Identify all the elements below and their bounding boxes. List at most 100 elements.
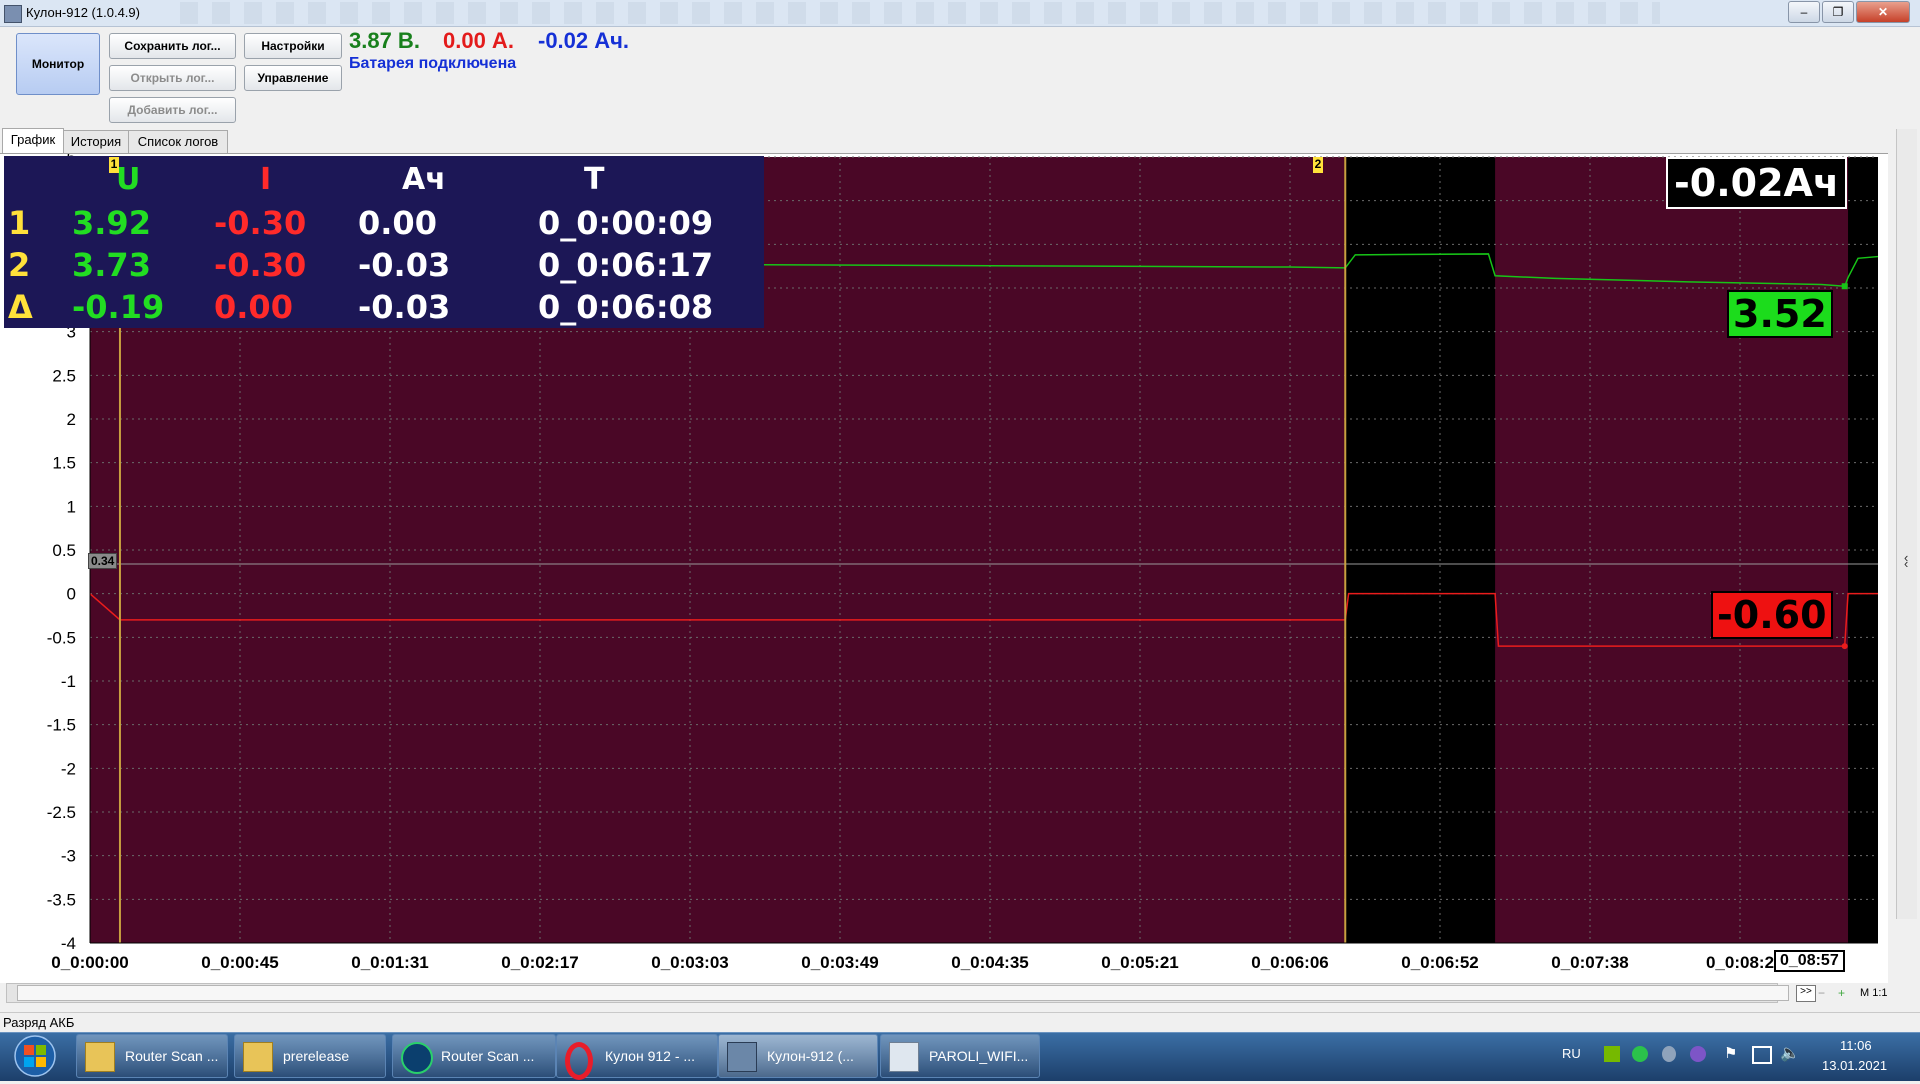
zoom-scale-label: M 1:1 xyxy=(1860,987,1888,999)
status-text: Разряд АКБ xyxy=(3,1015,75,1030)
end-time-badge: 0_08:57 xyxy=(1774,950,1845,972)
y-tick-label: -0.5 xyxy=(47,628,76,647)
y-tick-label: 1.5 xyxy=(52,454,76,473)
taskbar-item-kulon-active[interactable]: Кулон-912 (... xyxy=(718,1034,878,1078)
save-log-button[interactable]: Сохранить лог... xyxy=(109,33,236,59)
voltage-badge: 3.52 xyxy=(1727,290,1833,338)
horizontal-scrollbar[interactable] xyxy=(6,983,1789,1003)
x-tick-label: 0_0:00:45 xyxy=(201,953,279,972)
header-u: U xyxy=(116,162,141,197)
scroll-next-button[interactable]: >> xyxy=(1796,985,1816,1002)
control-button[interactable]: Управление xyxy=(244,65,342,91)
capacity-badge: -0.02Ач xyxy=(1666,157,1848,209)
clock-date: 13.01.2021 xyxy=(1822,1058,1888,1073)
delta-ah: -0.03 xyxy=(358,288,451,326)
opera-icon xyxy=(565,1042,593,1080)
zoom-in-icon[interactable]: + xyxy=(1838,986,1845,1000)
taskbar-item-paroli[interactable]: PAROLI_WIFI... xyxy=(880,1034,1040,1078)
shield-icon[interactable] xyxy=(1632,1046,1648,1062)
current-badge: -0.60 xyxy=(1711,591,1833,639)
zoom-out-icon[interactable]: − xyxy=(1818,986,1825,1000)
taskbar-item-opera[interactable]: Кулон 912 - ... xyxy=(556,1034,718,1080)
delta-u: -0.19 xyxy=(72,288,165,326)
row1-u: 3.92 xyxy=(72,204,151,242)
y-tick-label: -1.5 xyxy=(47,716,76,735)
folder-icon xyxy=(243,1042,273,1072)
x-tick-label: 0_0:05:21 xyxy=(1101,953,1179,972)
y-tick-label: 0.5 xyxy=(52,541,76,560)
window-title: Кулон-912 (1.0.4.9) xyxy=(26,5,140,20)
delta-t: 0_0:06:08 xyxy=(538,288,714,326)
y-tick-label: 2.5 xyxy=(52,366,76,385)
router-scan-icon xyxy=(401,1042,433,1074)
row2-t: 0_0:06:17 xyxy=(538,246,714,284)
x-tick-label: 0_0:08:2 xyxy=(1706,953,1774,972)
threshold-badge: 0.34 xyxy=(88,553,118,569)
row2-u: 3.73 xyxy=(72,246,151,284)
open-log-button[interactable]: Открыть лог... xyxy=(109,65,236,91)
current-end-point xyxy=(1841,643,1848,650)
header-i: I xyxy=(260,162,272,197)
row2-label: 2 xyxy=(8,246,31,284)
flag-icon[interactable]: ⚑ xyxy=(1724,1044,1737,1062)
close-button[interactable]: ✕ xyxy=(1856,1,1910,23)
start-button[interactable] xyxy=(2,1033,72,1079)
kulon-app-icon xyxy=(727,1042,757,1072)
viber-icon[interactable] xyxy=(1690,1046,1706,1062)
x-tick-label: 0_0:01:31 xyxy=(351,953,429,972)
capacity-readout: -0.02 Ач. xyxy=(538,28,630,53)
taskbar-label: prerelease xyxy=(283,1048,350,1064)
taskbar-item-router-scan[interactable]: Router Scan ... xyxy=(76,1034,228,1078)
taskbar-label: Кулон 912 - ... xyxy=(605,1048,696,1064)
x-tick-label: 0_0:03:49 xyxy=(801,953,879,972)
voltage-readout: 3.87 В. xyxy=(349,28,420,53)
nvidia-icon[interactable] xyxy=(1604,1046,1620,1062)
cursor1-marker[interactable]: 1 xyxy=(109,157,119,173)
scroll-thumb[interactable] xyxy=(17,985,1789,1001)
tab-graph[interactable]: График xyxy=(2,128,64,154)
x-tick-label: 0_0:02:17 xyxy=(501,953,579,972)
y-tick-label: -3.5 xyxy=(47,890,76,909)
y-tick-label: -4 xyxy=(61,934,76,953)
vertical-scrollbar[interactable] xyxy=(1896,129,1917,919)
add-log-button[interactable]: Добавить лог... xyxy=(109,97,236,123)
header-ah: Ач xyxy=(402,162,446,197)
network-icon[interactable] xyxy=(1752,1046,1772,1064)
taskbar-item-prerelease[interactable]: prerelease xyxy=(234,1034,386,1078)
language-indicator[interactable]: RU xyxy=(1562,1046,1581,1061)
tab-log-list[interactable]: Список логов xyxy=(128,130,228,153)
volume-icon[interactable]: 🔈 xyxy=(1780,1043,1800,1063)
row1-t: 0_0:00:09 xyxy=(538,204,714,242)
x-tick-label: 0_0:03:03 xyxy=(651,953,729,972)
taskbar-item-router-scan-app[interactable]: Router Scan ... xyxy=(392,1034,556,1078)
settings-button[interactable]: Настройки xyxy=(244,33,342,59)
y-tick-label: 0 xyxy=(67,585,76,604)
delta-label: Δ xyxy=(8,288,33,326)
tab-history[interactable]: История xyxy=(63,130,129,153)
title-bar: Кулон-912 (1.0.4.9) – ❐ ✕ xyxy=(0,0,1920,27)
app-icon xyxy=(4,5,22,23)
warning-icon[interactable] xyxy=(1662,1046,1676,1062)
taskbar-label: Router Scan ... xyxy=(125,1048,219,1064)
x-tick-label: 0_0:04:35 xyxy=(951,953,1029,972)
clock-time: 11:06 xyxy=(1840,1038,1872,1053)
y-tick-label: 2 xyxy=(67,410,76,429)
taskbar-label: Router Scan ... xyxy=(441,1048,535,1064)
monitor-button[interactable]: Монитор xyxy=(16,33,100,95)
restore-button[interactable]: ❐ xyxy=(1822,1,1854,23)
cursor2-marker[interactable]: 2 xyxy=(1313,157,1323,173)
current-readout: 0.00 А. xyxy=(443,28,514,53)
x-tick-label: 0_0:06:06 xyxy=(1251,953,1329,972)
row2-i: -0.30 xyxy=(214,246,307,284)
header-t: T xyxy=(584,162,605,197)
row1-i: -0.30 xyxy=(214,204,307,242)
voltage-end-point xyxy=(1841,283,1848,290)
x-tick-label: 0_0:06:52 xyxy=(1401,953,1479,972)
minimize-button[interactable]: – xyxy=(1788,1,1820,23)
status-bar: Разряд АКБ xyxy=(0,1012,1920,1032)
y-tick-label: -2.5 xyxy=(47,803,76,822)
y-tick-label: -3 xyxy=(61,847,76,866)
collapse-right-icon[interactable]: ‹ xyxy=(1904,556,1908,571)
y-tick-label: -2 xyxy=(61,759,76,778)
taskbar-label: PAROLI_WIFI... xyxy=(929,1048,1029,1064)
